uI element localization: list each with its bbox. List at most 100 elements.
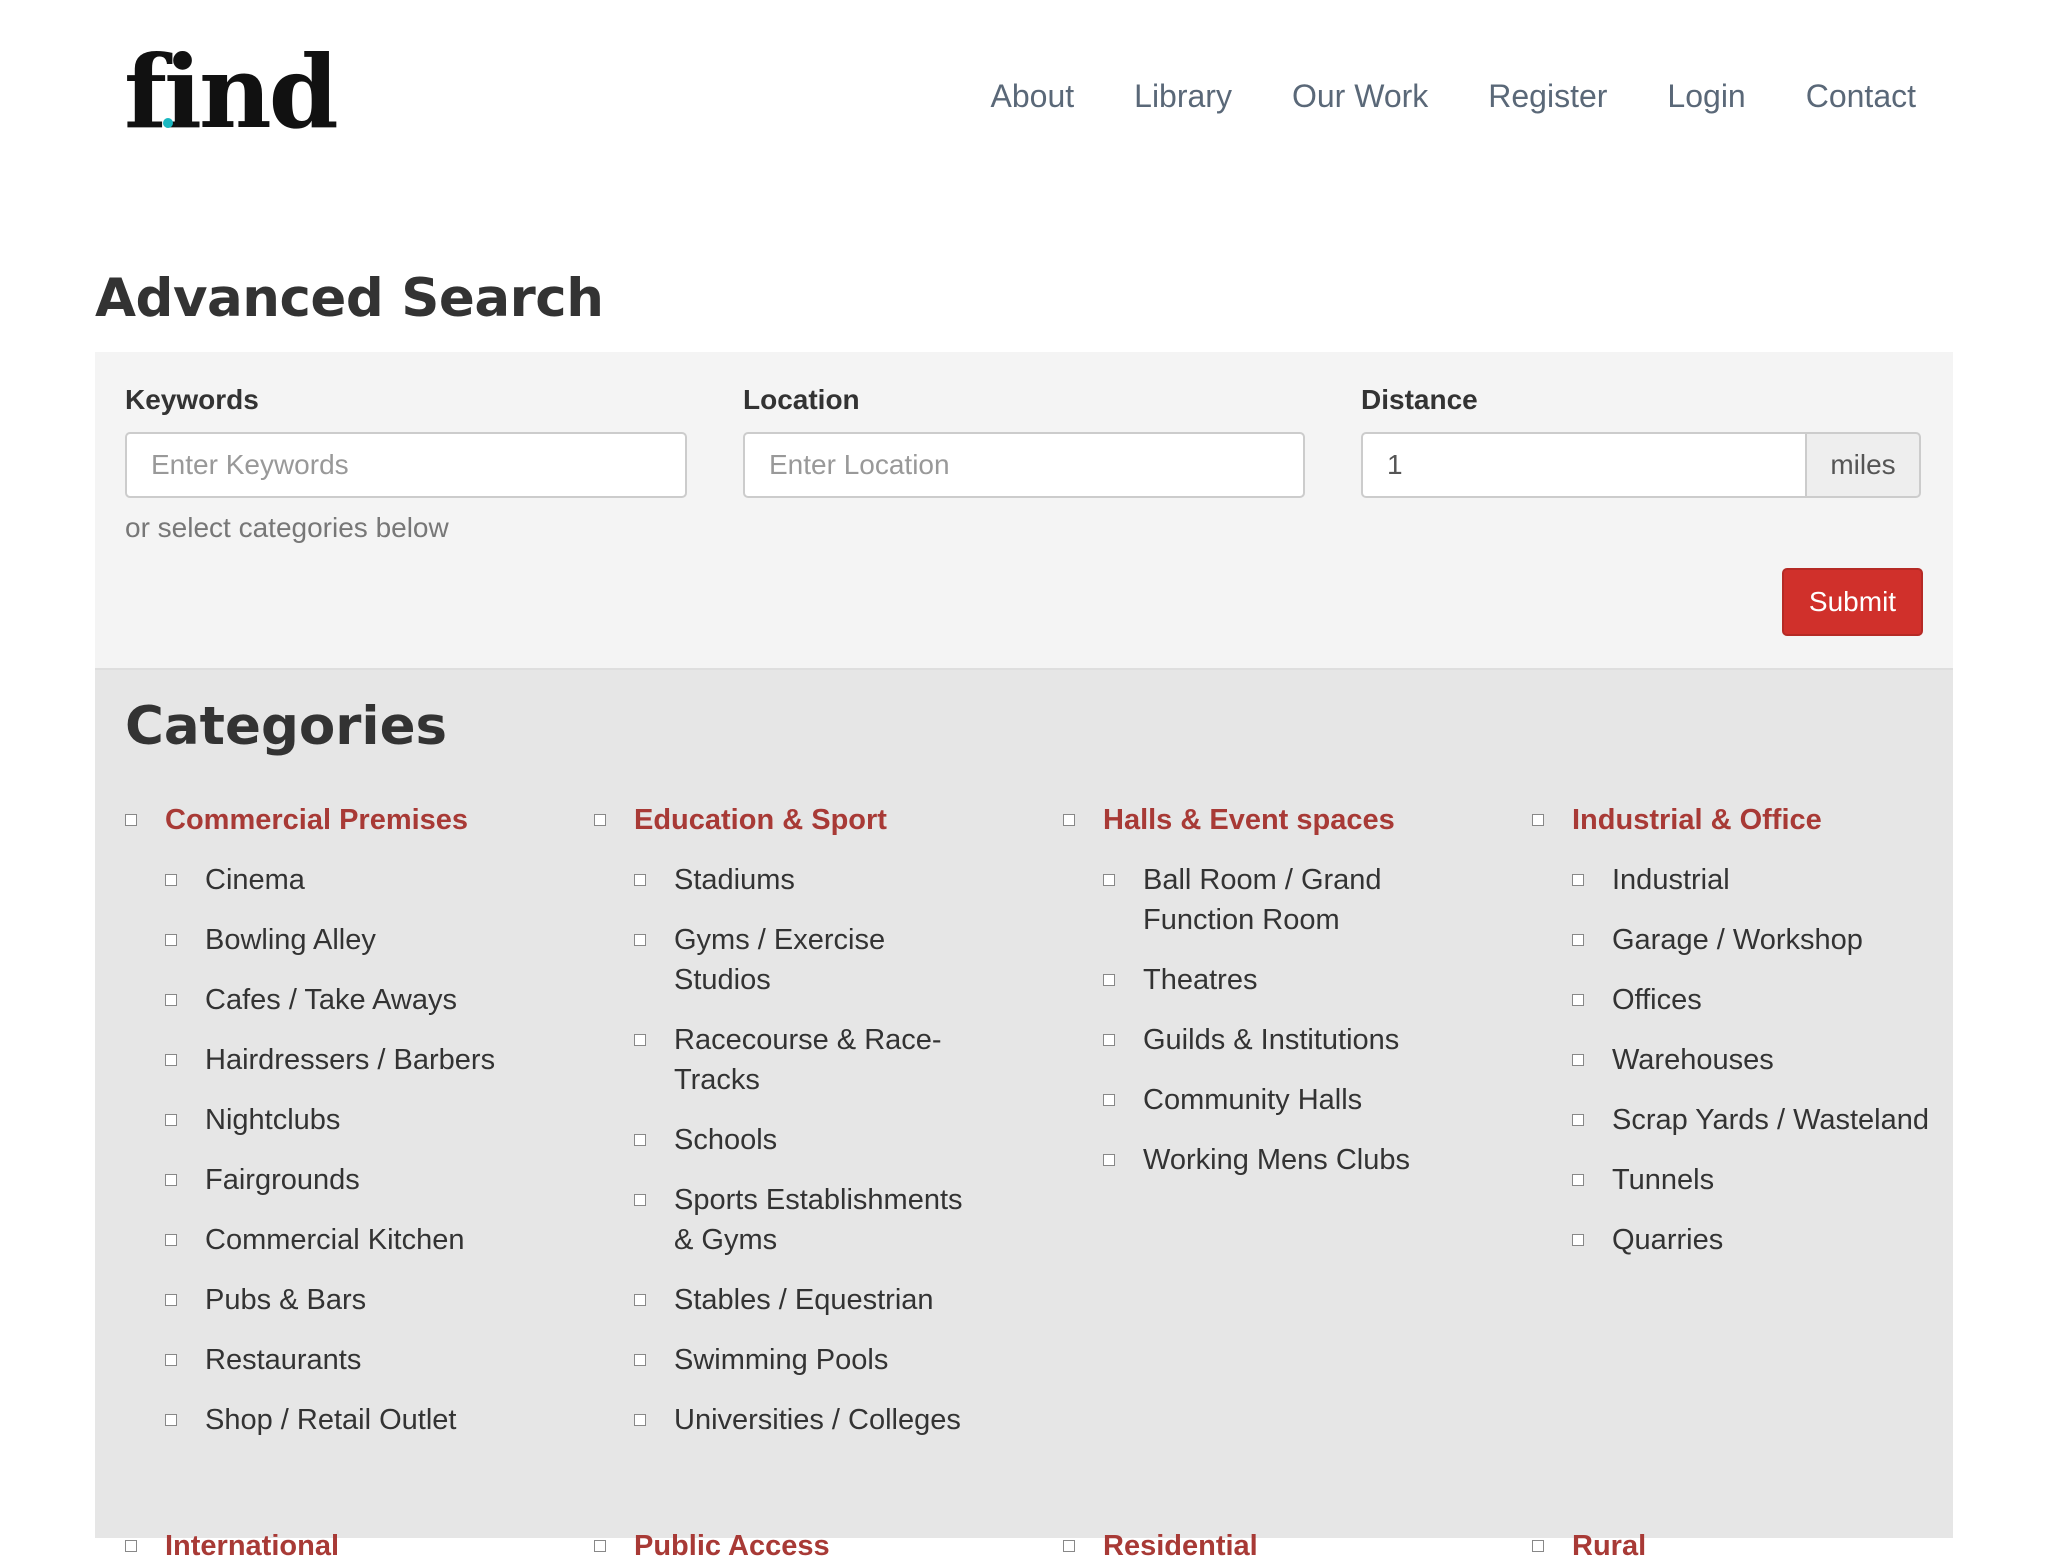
checkbox-icon[interactable] bbox=[1572, 874, 1584, 886]
list-item[interactable]: Gyms / Exercise Studios bbox=[634, 920, 964, 1000]
checkbox-icon[interactable] bbox=[1572, 1174, 1584, 1186]
list-item[interactable]: Schools bbox=[634, 1120, 964, 1160]
nav-our-work[interactable]: Our Work bbox=[1292, 78, 1428, 115]
checkbox-icon[interactable] bbox=[1532, 814, 1544, 826]
list-item-label: Industrial bbox=[1612, 864, 1730, 896]
checkbox-icon[interactable] bbox=[594, 1540, 606, 1552]
categories-panel: Categories Commercial Premises Cinema Bo… bbox=[95, 668, 1953, 1562]
checkbox-icon[interactable] bbox=[594, 814, 606, 826]
checkbox-icon[interactable] bbox=[1103, 974, 1115, 986]
checkbox-icon[interactable] bbox=[634, 1414, 646, 1426]
list-item[interactable]: Swimming Pools bbox=[634, 1340, 964, 1380]
nav-about[interactable]: About bbox=[991, 78, 1075, 115]
category-heading[interactable]: Education & Sport bbox=[594, 800, 964, 840]
checkbox-icon[interactable] bbox=[1103, 1094, 1115, 1106]
checkbox-icon[interactable] bbox=[634, 874, 646, 886]
checkbox-icon[interactable] bbox=[634, 1354, 646, 1366]
checkbox-icon[interactable] bbox=[634, 1294, 646, 1306]
list-item[interactable]: Hairdressers / Barbers bbox=[165, 1040, 525, 1080]
checkbox-icon[interactable] bbox=[165, 1414, 177, 1426]
subcategory-list: Industrial Garage / Workshop Offices War… bbox=[1532, 860, 1932, 1260]
checkbox-icon[interactable] bbox=[125, 1540, 137, 1552]
checkbox-icon[interactable] bbox=[1572, 1234, 1584, 1246]
list-item[interactable]: Sports Establishments & Gyms bbox=[634, 1180, 964, 1260]
category-heading[interactable]: Commercial Premises bbox=[125, 800, 525, 840]
list-item[interactable]: Cafes / Take Aways bbox=[165, 980, 525, 1020]
checkbox-icon[interactable] bbox=[1103, 1154, 1115, 1166]
category-heading[interactable]: International bbox=[125, 1526, 525, 1566]
list-item[interactable]: Scrap Yards / Wasteland bbox=[1572, 1100, 1932, 1140]
list-item[interactable]: Nightclubs bbox=[165, 1100, 525, 1140]
category-heading[interactable]: Rural bbox=[1532, 1526, 1932, 1566]
category-heading-label: Commercial Premises bbox=[165, 804, 469, 836]
list-item[interactable]: Bowling Alley bbox=[165, 920, 525, 960]
list-item[interactable]: Pubs & Bars bbox=[165, 1280, 525, 1320]
distance-input[interactable] bbox=[1361, 432, 1805, 498]
checkbox-icon[interactable] bbox=[165, 1114, 177, 1126]
checkbox-icon[interactable] bbox=[165, 874, 177, 886]
list-item[interactable]: Offices bbox=[1572, 980, 1932, 1020]
checkbox-icon[interactable] bbox=[1572, 1054, 1584, 1066]
list-item[interactable]: Cinema bbox=[165, 860, 525, 900]
checkbox-icon[interactable] bbox=[165, 994, 177, 1006]
checkbox-icon[interactable] bbox=[1532, 1540, 1544, 1552]
list-item[interactable]: Tunnels bbox=[1572, 1160, 1932, 1200]
checkbox-icon[interactable] bbox=[1103, 1034, 1115, 1046]
site-logo[interactable]: find bbox=[124, 42, 339, 142]
list-item-label: Sports Establishments & Gyms bbox=[674, 1184, 963, 1256]
nav-contact[interactable]: Contact bbox=[1806, 78, 1916, 115]
checkbox-icon[interactable] bbox=[165, 1294, 177, 1306]
list-item[interactable]: Theatres bbox=[1103, 960, 1433, 1000]
list-item[interactable]: Quarries bbox=[1572, 1220, 1932, 1260]
checkbox-icon[interactable] bbox=[1103, 874, 1115, 886]
checkbox-icon[interactable] bbox=[165, 1234, 177, 1246]
checkbox-icon[interactable] bbox=[634, 1194, 646, 1206]
list-item[interactable]: Stadiums bbox=[634, 860, 964, 900]
checkbox-icon[interactable] bbox=[1063, 814, 1075, 826]
category-group-commercial: Commercial Premises Cinema Bowling Alley… bbox=[125, 800, 525, 1460]
category-heading[interactable]: Halls & Event spaces bbox=[1063, 800, 1433, 840]
list-item[interactable]: Fairgrounds bbox=[165, 1160, 525, 1200]
checkbox-icon[interactable] bbox=[1063, 1540, 1075, 1552]
list-item[interactable]: Industrial bbox=[1572, 860, 1932, 900]
site-header: find About Library Our Work Register Log… bbox=[0, 0, 2048, 200]
category-heading[interactable]: Residential bbox=[1063, 1526, 1463, 1566]
location-input[interactable] bbox=[743, 432, 1305, 498]
checkbox-icon[interactable] bbox=[1572, 1114, 1584, 1126]
list-item[interactable]: Restaurants bbox=[165, 1340, 525, 1380]
list-item[interactable]: Shop / Retail Outlet bbox=[165, 1400, 525, 1440]
checkbox-icon[interactable] bbox=[634, 934, 646, 946]
list-item[interactable]: Warehouses bbox=[1572, 1040, 1932, 1080]
keywords-input[interactable] bbox=[125, 432, 687, 498]
checkbox-icon[interactable] bbox=[125, 814, 137, 826]
checkbox-icon[interactable] bbox=[165, 1174, 177, 1186]
checkbox-icon[interactable] bbox=[1572, 994, 1584, 1006]
checkbox-icon[interactable] bbox=[165, 934, 177, 946]
list-item[interactable]: Universities / Colleges bbox=[634, 1400, 964, 1440]
list-item-label: Garage / Workshop bbox=[1612, 924, 1863, 956]
list-item-label: Stables / Equestrian bbox=[674, 1284, 934, 1316]
checkbox-icon[interactable] bbox=[1572, 934, 1584, 946]
nav-register[interactable]: Register bbox=[1488, 78, 1607, 115]
distance-unit-addon: miles bbox=[1805, 432, 1921, 498]
nav-library[interactable]: Library bbox=[1134, 78, 1232, 115]
category-heading-label: Public Access bbox=[634, 1530, 830, 1562]
checkbox-icon[interactable] bbox=[165, 1054, 177, 1066]
checkbox-icon[interactable] bbox=[634, 1034, 646, 1046]
nav-login[interactable]: Login bbox=[1667, 78, 1745, 115]
category-heading[interactable]: Industrial & Office bbox=[1532, 800, 1932, 840]
list-item-label: Stadiums bbox=[674, 864, 795, 896]
checkbox-icon[interactable] bbox=[165, 1354, 177, 1366]
list-item[interactable]: Commercial Kitchen bbox=[165, 1220, 525, 1260]
list-item-label: Scrap Yards / Wasteland bbox=[1612, 1104, 1930, 1136]
list-item[interactable]: Racecourse & Race-Tracks bbox=[634, 1020, 964, 1100]
checkbox-icon[interactable] bbox=[634, 1134, 646, 1146]
list-item[interactable]: Stables / Equestrian bbox=[634, 1280, 964, 1320]
list-item[interactable]: Garage / Workshop bbox=[1572, 920, 1932, 960]
list-item[interactable]: Ball Room / Grand Function Room bbox=[1103, 860, 1433, 940]
submit-button[interactable]: Submit bbox=[1782, 568, 1923, 636]
list-item[interactable]: Community Halls bbox=[1103, 1080, 1433, 1120]
category-heading[interactable]: Public Access bbox=[594, 1526, 994, 1566]
list-item[interactable]: Working Mens Clubs bbox=[1103, 1140, 1433, 1180]
list-item[interactable]: Guilds & Institutions bbox=[1103, 1020, 1433, 1060]
